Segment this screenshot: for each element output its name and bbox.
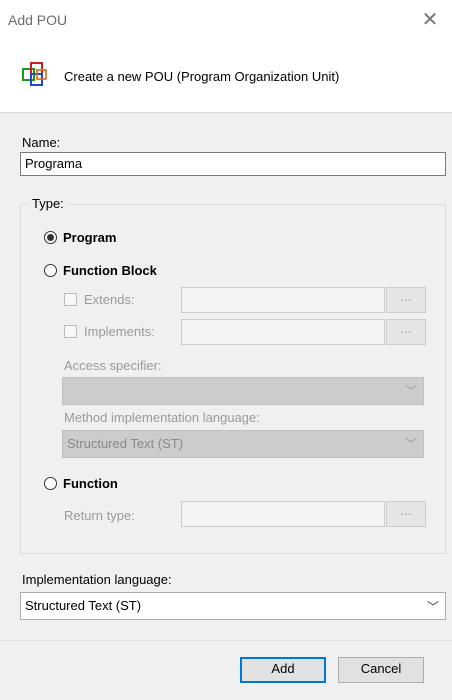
extends-checkbox[interactable] <box>64 293 77 306</box>
program-radio[interactable] <box>44 231 57 244</box>
implements-checkbox[interactable] <box>64 325 77 338</box>
implementation-language-select[interactable]: Structured Text (ST) ﹀ <box>20 592 446 620</box>
implements-input[interactable] <box>181 319 385 345</box>
access-specifier-select[interactable]: ﹀ <box>62 377 424 405</box>
window-title: Add POU <box>8 12 68 28</box>
pou-icon <box>22 62 47 86</box>
extends-input[interactable] <box>181 287 385 313</box>
dialog-description: Create a new POU (Program Organization U… <box>64 69 340 84</box>
function-radio[interactable] <box>44 477 57 490</box>
access-specifier-label: Access specifier: <box>64 358 162 373</box>
chevron-down-icon: ﹀ <box>404 384 417 398</box>
program-label[interactable]: Program <box>63 230 116 245</box>
function-block-radio[interactable] <box>44 264 57 277</box>
extends-label: Extends: <box>84 292 135 307</box>
return-type-input[interactable] <box>181 501 385 527</box>
add-button[interactable]: Add <box>240 657 326 683</box>
method-language-value: Structured Text (ST) <box>67 436 184 451</box>
implements-browse-button[interactable]: ... <box>386 319 426 345</box>
name-input[interactable]: Programa <box>20 152 446 176</box>
implementation-language-label: Implementation language: <box>22 572 172 587</box>
dialog-footer: Add Cancel <box>0 640 452 700</box>
chevron-down-icon: ﹀ <box>404 437 417 451</box>
name-label: Name: <box>22 135 61 150</box>
method-language-select[interactable]: Structured Text (ST) ﹀ <box>62 430 424 458</box>
implementation-language-value: Structured Text (ST) <box>25 598 142 613</box>
type-group-label: Type: <box>29 196 67 211</box>
title-bar: Add POU ✕ <box>0 0 452 40</box>
extends-browse-button[interactable]: ... <box>386 287 426 313</box>
cancel-button[interactable]: Cancel <box>338 657 424 683</box>
close-icon[interactable]: ✕ <box>418 8 442 32</box>
return-type-label: Return type: <box>64 508 135 523</box>
function-block-label[interactable]: Function Block <box>63 263 157 278</box>
implements-label: Implements: <box>84 324 155 339</box>
dialog-header: Create a new POU (Program Organization U… <box>0 40 452 112</box>
chevron-down-icon: ﹀ <box>426 600 439 614</box>
return-type-browse-button[interactable]: ... <box>386 501 426 527</box>
function-label[interactable]: Function <box>63 476 118 491</box>
method-language-label: Method implementation language: <box>64 410 260 425</box>
